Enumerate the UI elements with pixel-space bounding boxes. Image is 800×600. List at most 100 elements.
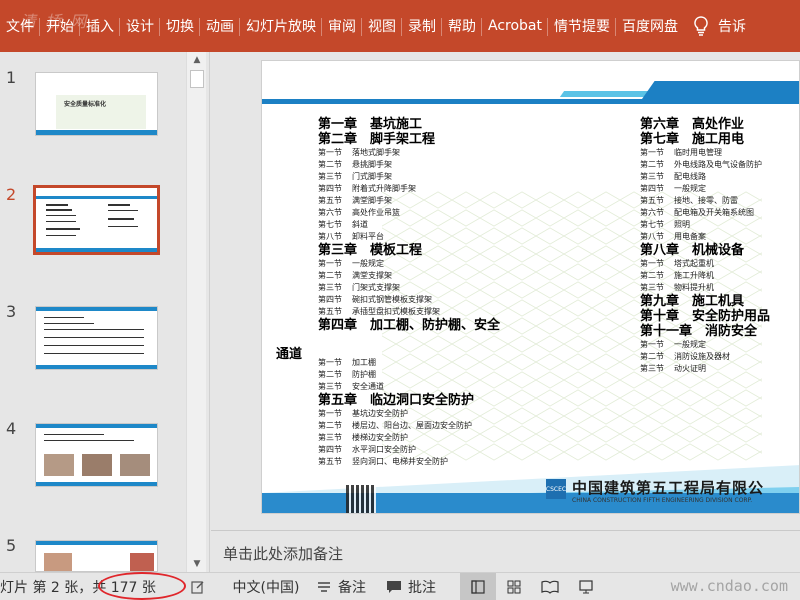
toc-section: 第五节 承插型盘扣式模板支撑架 <box>318 306 568 318</box>
normal-view-button[interactable] <box>460 572 496 600</box>
toc-section-title: 悬挑脚手架 <box>352 160 392 169</box>
toc-chapter-continuation: 通道 <box>276 347 303 362</box>
spelling-check-icon[interactable] <box>190 573 218 600</box>
toc-section-title: 塔式起重机 <box>674 259 714 268</box>
toc-chapter: 第四章 加工棚、防护棚、安全 <box>318 318 501 333</box>
toc-section-number: 第五节 <box>640 196 664 205</box>
toc-section: 第六节 配电箱及开关箱系统图 <box>640 207 799 219</box>
slide-count: 灯片 第 2 张，共 177 张 <box>0 579 156 596</box>
current-slide[interactable]: 第一章 基坑施工 第二章 脚手架工程 第一节 落地式脚手架 第二节 悬挑脚手架 第三节 门式脚… <box>261 60 800 514</box>
notes-icon <box>314 577 334 597</box>
toc-section: 第五节 竖向洞口、电梯井安全防护 <box>318 456 568 468</box>
reading-view-button[interactable] <box>532 573 568 600</box>
toc-chapter: 第九章 施工机具 <box>640 294 745 309</box>
toc-section: 第五节 接地、接零、防雷 <box>640 195 799 207</box>
qr-code <box>346 485 376 513</box>
toc-section: 第七节 照明 <box>640 219 799 231</box>
ribbon-tab[interactable]: 百度网盘 <box>616 0 684 52</box>
toc-section-title: 照明 <box>674 220 690 229</box>
toc-section-title: 施工升降机 <box>674 271 714 280</box>
thumb-photo <box>44 454 74 476</box>
thumb-number-1: 1 <box>6 68 17 87</box>
comments-button[interactable]: 批注 <box>384 573 460 600</box>
toc-section-title: 水平洞口安全防护 <box>352 445 416 454</box>
watermark-text: www.cndao.com <box>670 577 788 595</box>
comments-button-label: 批注 <box>408 579 436 596</box>
toc-section-number: 第二节 <box>318 421 342 430</box>
slide-blue-stripe <box>642 81 799 99</box>
ribbon-tab[interactable]: 设计 <box>120 0 160 52</box>
toc-section-number: 第二节 <box>640 271 664 280</box>
toc-section-title: 安全通道 <box>352 382 384 391</box>
toc-section-title: 物料提升机 <box>674 283 714 292</box>
toc-section-number: 第六节 <box>640 208 664 217</box>
toc-section-number: 第一节 <box>318 358 342 367</box>
toc-left-column-2: 第一节 加工棚 第二节 防护棚 第三节 安全通道 第五章 临边洞口安全防护 第一节 基坑边安全防… <box>318 357 568 468</box>
thumb-title: 安全质量标准化 <box>64 101 107 108</box>
ribbon-tab[interactable]: 帮助 <box>442 0 482 52</box>
slide-thumbnail-4[interactable] <box>35 423 158 487</box>
slide-thumbnail-5[interactable] <box>35 540 158 572</box>
slide-thumbnail-3[interactable] <box>35 306 158 370</box>
language-indicator[interactable]: 中文(中国) <box>218 573 314 600</box>
toc-section-number: 第八节 <box>640 232 664 241</box>
toc-section-number: 第五节 <box>318 196 342 205</box>
toc-section: 第三节 配电线路 <box>640 171 799 183</box>
toc-section-number: 第四节 <box>640 184 664 193</box>
toc-chapter: 第八章 机械设备 <box>640 243 745 258</box>
slideshow-view-button[interactable] <box>568 573 604 600</box>
ribbon-tab[interactable]: 情节提要 <box>548 0 616 52</box>
scroll-down-arrow-icon[interactable]: ▼ <box>187 556 207 572</box>
slide-sorter-view-button[interactable] <box>496 573 532 600</box>
ribbon-tab[interactable]: 切换 <box>160 0 200 52</box>
toc-section-title: 防护棚 <box>352 370 376 379</box>
ribbon-tab[interactable]: 录制 <box>402 0 442 52</box>
ribbon-tab[interactable]: 幻灯片放映 <box>240 0 322 52</box>
toc-section: 第四节 水平洞口安全防护 <box>318 444 568 456</box>
thumb-line <box>44 353 144 354</box>
thumb-line <box>46 215 76 216</box>
slide-thumbnail-1[interactable]: 安全质量标准化 <box>35 72 158 136</box>
scrollbar-thumb[interactable] <box>190 70 204 88</box>
toc-section: 第二节 消防设施及器材 <box>640 351 799 363</box>
ribbon-tab[interactable]: 动画 <box>200 0 240 52</box>
thumb-top-bar <box>36 424 157 428</box>
notes-pane[interactable]: 单击此处添加备注 <box>211 530 800 572</box>
tell-me-search[interactable]: 告诉 <box>718 16 746 36</box>
thumbnail-scrollbar[interactable]: ▲ ▼ <box>186 52 206 572</box>
thumb-bottom-bar <box>36 130 157 135</box>
slide-editor: 第一章 基坑施工 第二章 脚手架工程 第一节 落地式脚手架 第二节 悬挑脚手架 第三节 门式脚… <box>211 52 800 530</box>
toc-chapter: 第三章 模板工程 <box>318 243 423 258</box>
thumb-bottom-bar <box>36 248 157 252</box>
status-bar: 灯片 第 2 张，共 177 张 中文(中国) 备注 批注 www.cndao.… <box>0 572 800 600</box>
toc-section: 第三节 门式脚手架 <box>318 171 568 183</box>
toc-section-title: 楼层边、阳台边、屋面边安全防护 <box>352 421 472 430</box>
ribbon-tab[interactable]: Acrobat <box>482 0 548 52</box>
thumb-line <box>46 228 80 230</box>
toc-section-number: 第一节 <box>640 340 664 349</box>
slide-thumbnail-2[interactable] <box>33 185 160 255</box>
notes-button[interactable]: 备注 <box>314 573 384 600</box>
toc-section-number: 第四节 <box>318 445 342 454</box>
toc-section: 第三节 动火证明 <box>640 363 799 375</box>
toc-section-number: 第一节 <box>640 259 664 268</box>
toc-section-number: 第三节 <box>318 433 342 442</box>
ribbon-tab[interactable]: 视图 <box>362 0 402 52</box>
thumb-line <box>46 204 68 206</box>
toc-section-title: 消防设施及器材 <box>674 352 730 361</box>
toc-section-number: 第三节 <box>318 283 342 292</box>
toc-section-title: 楼梯边安全防护 <box>352 433 408 442</box>
lightbulb-icon[interactable] <box>684 0 718 52</box>
toc-section-number: 第三节 <box>640 172 664 181</box>
notes-placeholder[interactable]: 单击此处添加备注 <box>223 543 343 564</box>
toc-chapter: 第一章 基坑施工 <box>318 117 423 132</box>
toc-section: 第七节 斜道 <box>318 219 568 231</box>
scroll-up-arrow-icon[interactable]: ▲ <box>187 52 207 68</box>
toc-section: 第二节 悬挑脚手架 <box>318 159 568 171</box>
toc-section-title: 一般规定 <box>674 184 706 193</box>
ribbon-tab[interactable]: 审阅 <box>322 0 362 52</box>
thumb-top-bar <box>36 196 157 199</box>
toc-section-number: 第三节 <box>640 283 664 292</box>
thumb-line <box>44 323 94 324</box>
thumb-line <box>44 329 144 330</box>
